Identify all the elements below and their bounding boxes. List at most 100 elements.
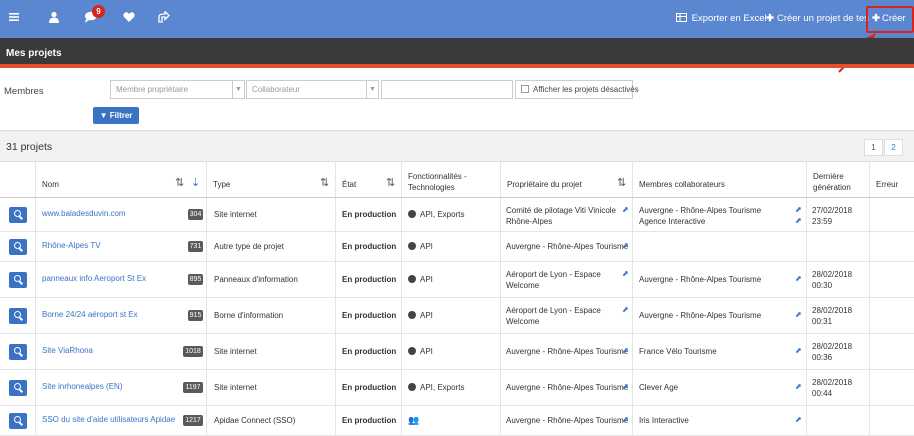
- view-project-button[interactable]: [9, 380, 27, 396]
- header-type[interactable]: Type ⇅: [207, 162, 336, 198]
- page-2-button[interactable]: 2: [884, 139, 903, 156]
- globe-icon: [408, 210, 416, 218]
- external-link-icon[interactable]: ⬈: [622, 305, 629, 314]
- sort-icon[interactable]: ⇅: [320, 176, 329, 189]
- last-generation-time: 00:36: [812, 353, 833, 362]
- table-cell: [870, 406, 914, 435]
- table-cell: [870, 370, 914, 405]
- sort-icon[interactable]: ⇅: [386, 176, 395, 189]
- sort-alpha-icon[interactable]: ⇣: [191, 176, 200, 189]
- users-icon: 👥: [408, 415, 420, 425]
- project-technologies-label: API: [420, 347, 433, 356]
- project-id-badge: 1018: [183, 346, 203, 357]
- project-name-link[interactable]: Site inrhonealpes (EN): [42, 382, 122, 391]
- project-id-badge: 915: [188, 310, 203, 321]
- top-navbar: 9 Exporter en Excel ✚ Créer un projet de …: [0, 0, 914, 38]
- project-type: Panneaux d'information: [214, 275, 298, 284]
- plus-icon: ✚: [872, 13, 880, 24]
- collaborator-name: Auvergne - Rhône-Alpes Tourisme: [639, 311, 762, 320]
- table-cell: [807, 406, 870, 435]
- external-link-icon[interactable]: ⬈: [795, 310, 802, 319]
- last-generation-time: 00:30: [812, 281, 833, 290]
- owner-select[interactable]: Membre propriétaire ▼: [110, 80, 245, 99]
- header-derniere-label-1: Dernière: [813, 172, 844, 181]
- project-type: Site internet: [214, 347, 257, 356]
- project-name-link[interactable]: Borne 24/24 aéroport st Ex: [42, 310, 138, 319]
- project-type: Site internet: [214, 210, 257, 219]
- header-type-label: Type: [213, 180, 231, 189]
- external-link-icon[interactable]: ⬈: [622, 415, 629, 424]
- header-derniere-label-2: génération: [813, 183, 851, 192]
- header-nom[interactable]: Nom ⇅ ⇣: [36, 162, 207, 198]
- share-icon[interactable]: [152, 9, 174, 28]
- project-name-link[interactable]: panneaux info Aeroport St Ex: [42, 274, 146, 283]
- project-name-link[interactable]: Site ViaRhona: [42, 346, 93, 355]
- sort-numeric-icon[interactable]: ⇅: [175, 176, 184, 189]
- table-cell: [807, 232, 870, 261]
- menu-icon[interactable]: [3, 10, 25, 28]
- page-1-button[interactable]: 1: [864, 139, 883, 156]
- project-technologies-label: API: [420, 275, 433, 284]
- external-link-icon[interactable]: ⬈: [795, 346, 802, 355]
- search-icon-handle: [18, 216, 23, 220]
- external-link-icon[interactable]: ⬈: [622, 382, 629, 391]
- header-fonct-label-2: Technologies: [408, 183, 455, 192]
- external-link-icon[interactable]: ⬈: [622, 205, 629, 214]
- owner-name: Auvergne - Rhône-Alpes Tourisme: [506, 383, 629, 392]
- project-type: Autre type de projet: [214, 242, 284, 251]
- search-icon-handle: [18, 353, 23, 357]
- last-generation-time: 23:59: [812, 217, 833, 226]
- project-technologies: API, Exports: [408, 382, 464, 393]
- external-link-icon[interactable]: ⬈: [795, 274, 802, 283]
- sort-icon[interactable]: ⇅: [617, 176, 626, 189]
- last-generation-date: 27/02/2018: [812, 206, 853, 215]
- header-proprietaire[interactable]: Propriétaire du projet ⇅: [501, 162, 633, 198]
- view-project-button[interactable]: [9, 207, 27, 223]
- header-actions: [0, 162, 36, 198]
- view-project-button[interactable]: [9, 413, 27, 429]
- create-test-project-link[interactable]: ✚ Créer un projet de tes: [766, 13, 869, 24]
- view-project-button[interactable]: [9, 308, 27, 324]
- collaborator-name: Iris Interactive: [639, 416, 689, 425]
- view-project-button[interactable]: [9, 344, 27, 360]
- header-fonctionnalites: Fonctionnalités - Technologies: [402, 162, 501, 198]
- owner-name-line2: Rhône-Alpes: [506, 217, 553, 226]
- search-input[interactable]: [381, 80, 513, 99]
- external-link-icon[interactable]: ⬈: [795, 205, 802, 214]
- collaborator-select[interactable]: Collaborateur ▼: [246, 80, 379, 99]
- table-cell: [633, 232, 807, 261]
- heart-icon[interactable]: [118, 10, 140, 28]
- chevron-down-icon: ▼: [232, 81, 244, 98]
- project-technologies: 👥: [408, 415, 419, 426]
- export-excel-link[interactable]: Exporter en Excel: [676, 13, 767, 24]
- last-generation-date: 28/02/2018: [812, 378, 853, 387]
- chat-icon[interactable]: 9: [80, 5, 105, 28]
- external-link-icon[interactable]: ⬈: [795, 216, 802, 225]
- show-disabled-label: Afficher les projets désactivés: [533, 85, 639, 94]
- filter-button[interactable]: ▼ Filtrer: [93, 107, 139, 124]
- external-link-icon[interactable]: ⬈: [622, 346, 629, 355]
- owner-name: Comité de pilotage Viti Vinicole: [506, 206, 616, 215]
- notification-badge: 9: [92, 5, 105, 18]
- project-state: En production: [342, 242, 397, 251]
- collaborator-name: France Vélo Tourisme: [639, 347, 717, 356]
- project-name-link[interactable]: SSO du site d'aide utilisateurs Apidae: [42, 415, 175, 424]
- filter-icon: ▼: [99, 111, 108, 120]
- header-etat[interactable]: État ⇅: [336, 162, 402, 198]
- external-link-icon[interactable]: ⬈: [622, 241, 629, 250]
- project-name-link[interactable]: Rhône-Alpes TV: [42, 241, 101, 250]
- external-link-icon[interactable]: ⬈: [795, 415, 802, 424]
- project-technologies: API, Exports: [408, 209, 464, 220]
- table-row: panneaux info Aeroport St Ex 895 Panneaux …: [0, 262, 914, 298]
- owner-name: Auvergne - Rhône-Alpes Tourisme: [506, 347, 629, 356]
- user-icon[interactable]: [43, 10, 65, 28]
- view-project-button[interactable]: [9, 272, 27, 288]
- header-membres-label: Membres collaborateurs: [639, 180, 725, 189]
- external-link-icon[interactable]: ⬈: [795, 382, 802, 391]
- show-disabled-checkbox[interactable]: Afficher les projets désactivés: [515, 80, 639, 99]
- project-id-badge: 1217: [183, 415, 203, 426]
- external-link-icon[interactable]: ⬈: [622, 269, 629, 278]
- project-name-link[interactable]: www.baladesduvin.com: [42, 209, 126, 218]
- project-type: Site internet: [214, 383, 257, 392]
- view-project-button[interactable]: [9, 239, 27, 255]
